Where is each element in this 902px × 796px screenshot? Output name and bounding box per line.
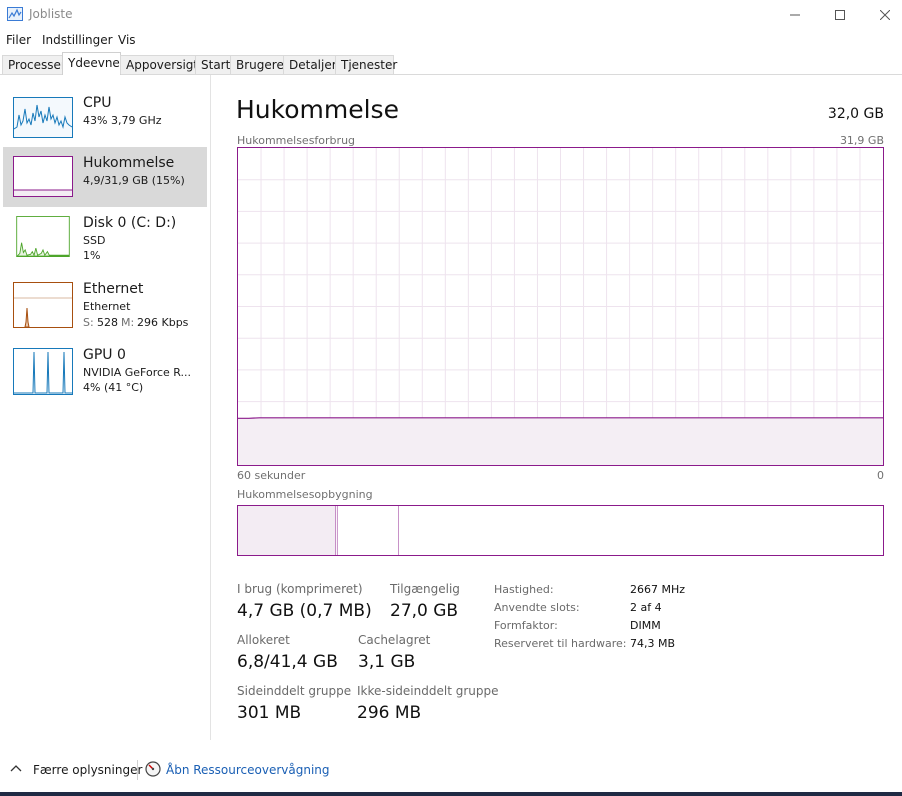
- ethernet-receive-value: 296 Kbps: [137, 316, 189, 329]
- ethernet-receive-label: M:: [121, 316, 135, 329]
- sidebar-item-ethernet[interactable]: Ethernet Ethernet S: 528 M: 296 Kbps: [3, 277, 207, 337]
- tab-app-history[interactable]: Appoversigt: [120, 55, 198, 74]
- fewer-details-button[interactable]: Færre oplysninger: [33, 763, 142, 777]
- minimize-button[interactable]: [772, 0, 818, 30]
- committed-value: 6,8/41,4 GB: [237, 652, 338, 672]
- page-title: Hukommelse: [236, 95, 399, 124]
- tab-details[interactable]: Detaljer: [283, 55, 337, 74]
- graph-time-left: 60 sekunder: [237, 469, 306, 482]
- sidebar-item-label: GPU 0: [83, 347, 126, 363]
- memory-total: 32,0 GB: [827, 106, 884, 122]
- hardware-reserved-label: Reserveret til hardware:: [494, 637, 627, 650]
- form-factor-value: DIMM: [630, 619, 661, 632]
- slots-label: Anvendte slots:: [494, 601, 580, 614]
- composition-in-use: [238, 506, 336, 555]
- tab-processes[interactable]: Processer: [2, 55, 66, 74]
- close-button[interactable]: [862, 0, 902, 30]
- menu-bar: Filer Indstillinger Vis: [0, 30, 902, 50]
- open-resource-monitor-link[interactable]: Åbn Ressourceovervågning: [166, 763, 330, 777]
- usage-graph-label: Hukommelsesforbrug: [237, 134, 356, 147]
- tab-bar: Processer Ydeevne Appoversigt Start Brug…: [0, 50, 902, 75]
- sidebar-item-gpu[interactable]: GPU 0 NVIDIA GeForce R... 4% (41 °C): [3, 343, 207, 403]
- taskbar-strip: [0, 792, 902, 796]
- sidebar-item-cpu[interactable]: CPU 43% 3,79 GHz: [3, 89, 207, 143]
- tab-startup[interactable]: Start: [195, 55, 231, 74]
- sidebar-item-detail: 4,9/31,9 GB (15%): [83, 174, 185, 187]
- sidebar-item-detail: SSD: [83, 234, 106, 247]
- in-use-value: 4,7 GB (0,7 MB): [237, 601, 372, 621]
- memory-composition-bar: [237, 505, 884, 556]
- sidebar-item-detail: 43% 3,79 GHz: [83, 114, 162, 127]
- form-factor-label: Formfaktor:: [494, 619, 558, 632]
- sidebar-item-label: Hukommelse: [83, 155, 175, 171]
- minimize-icon: [790, 14, 800, 16]
- ethernet-send-label: S:: [83, 316, 94, 329]
- usage-graph-max: 31,9 GB: [839, 134, 884, 147]
- nonpaged-pool-value: 296 MB: [357, 703, 422, 723]
- memory-usage-graph: [237, 147, 884, 466]
- cached-label: Cachelagret: [358, 633, 431, 647]
- footer-divider: [137, 760, 138, 780]
- nonpaged-pool-label: Ikke-sideinddelt gruppe: [357, 684, 499, 698]
- graph-time-right: 0: [877, 469, 884, 482]
- gpu-thumbnail-graph: [13, 348, 73, 395]
- paged-pool-label: Sideinddelt gruppe: [237, 684, 352, 698]
- maximize-button[interactable]: [817, 0, 863, 30]
- memory-thumbnail-graph: [13, 156, 73, 197]
- sidebar-item-label: CPU: [83, 95, 112, 111]
- footer-bar: Færre oplysninger Åbn Ressourceovervågni…: [0, 752, 902, 792]
- tab-performance[interactable]: Ydeevne: [62, 52, 121, 75]
- sidebar-item-memory[interactable]: Hukommelse 4,9/31,9 GB (15%): [3, 147, 207, 207]
- maximize-icon: [835, 10, 845, 20]
- usage-area: [238, 417, 883, 465]
- ethernet-send-value: 528: [97, 316, 118, 329]
- sidebar-item-detail: Ethernet: [83, 300, 131, 313]
- in-use-label: I brug (komprimeret): [237, 582, 363, 596]
- sidebar-item-usage: 1%: [83, 249, 101, 262]
- speed-label: Hastighed:: [494, 583, 554, 596]
- resource-monitor-icon[interactable]: [145, 761, 161, 777]
- menu-file[interactable]: Filer: [6, 33, 31, 47]
- paged-pool-value: 301 MB: [237, 703, 302, 723]
- cached-value: 3,1 GB: [358, 652, 416, 672]
- cpu-thumbnail-graph: [13, 97, 73, 138]
- slots-value: 2 af 4: [630, 601, 662, 614]
- hardware-reserved-value: 74,3 MB: [630, 637, 676, 650]
- available-label: Tilgængelig: [390, 582, 460, 596]
- sidebar-item-usage: 4% (41 °C): [83, 381, 144, 394]
- menu-view[interactable]: Vis: [118, 33, 136, 47]
- disk-thumbnail-graph: [16, 216, 70, 257]
- window-title: Jobliste: [29, 7, 73, 21]
- sidebar-item-label: Ethernet: [83, 281, 144, 297]
- chevron-up-icon[interactable]: [9, 762, 23, 776]
- composition-label: Hukommelsesopbygning: [237, 488, 373, 501]
- sidebar-item-disk[interactable]: Disk 0 (C: D:) SSD 1%: [3, 211, 207, 271]
- committed-label: Allokeret: [237, 633, 290, 647]
- usage-line: [238, 417, 883, 419]
- close-icon: [880, 10, 890, 20]
- performance-sidebar: CPU 43% 3,79 GHz Hukommelse 4,9/31,9 GB …: [0, 75, 211, 740]
- title-bar: Jobliste: [0, 0, 902, 30]
- tab-users[interactable]: Brugere: [230, 55, 284, 74]
- sidebar-item-detail: NVIDIA GeForce R...: [83, 366, 192, 379]
- tab-services[interactable]: Tjenester: [335, 55, 397, 74]
- speed-value: 2667 MHz: [630, 583, 686, 596]
- menu-settings[interactable]: Indstillinger: [42, 33, 113, 47]
- task-manager-icon: [7, 7, 23, 21]
- available-value: 27,0 GB: [390, 601, 459, 621]
- sidebar-item-label: Disk 0 (C: D:): [83, 215, 177, 231]
- ethernet-thumbnail-graph: [13, 282, 73, 328]
